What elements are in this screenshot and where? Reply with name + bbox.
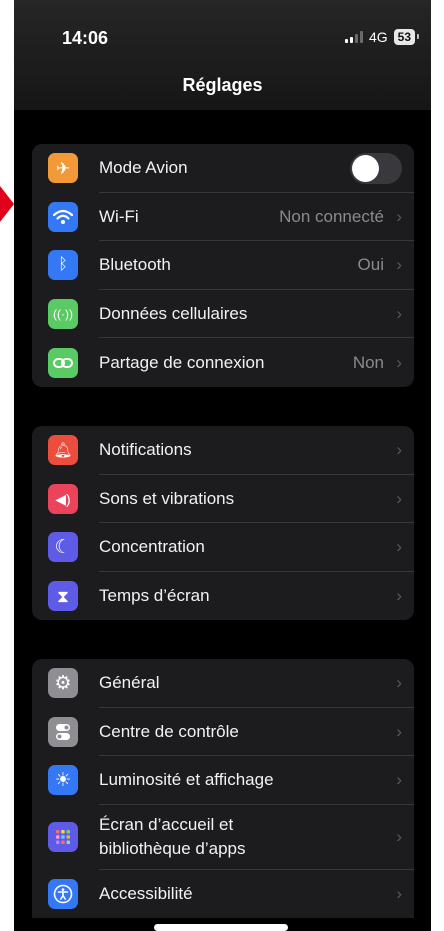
signal-icon [344,31,363,43]
row-sounds[interactable]: ◀︎) Sons et vibrations › [32,475,414,524]
status-bar-right: 4G 53 [344,29,420,45]
row-label-line1: Écran d’accueil et [99,814,234,834]
row-label: Centre de contrôle [99,721,239,741]
home-screen-icon [48,822,78,853]
chevron-right-icon: › [396,488,402,508]
annotation-arrow [0,186,14,222]
row-label-line2: bibliothèque d’apps [99,838,246,858]
chevron-right-icon: › [396,352,402,372]
notifications-group: 🔔︎ Notifications › ◀︎) Sons et vibration… [32,426,414,621]
gear-icon: ⚙ [48,668,78,699]
accessibility-icon [48,879,78,910]
hourglass-icon: ⧗ [48,581,78,612]
wifi-status: Non connecté [279,206,384,226]
cellular-icon: ((·)) [48,299,78,330]
page-title: Réglages [182,75,263,95]
row-label: Sons et vibrations [99,488,235,508]
row-airplane-mode: ✈ Mode Avion [32,144,414,193]
control-center-icon [48,716,78,747]
row-label: Notifications [99,440,192,460]
row-label: Mode Avion [99,158,188,178]
row-bluetooth[interactable]: ᛒ Bluetooth Oui › [32,241,414,290]
airplane-icon: ✈ [48,153,78,184]
network-label: 4G [368,29,388,45]
row-label: Écran d’accueil et bibliothèque d’apps [99,813,246,861]
bluetooth-status: Oui [357,255,384,275]
chevron-right-icon: › [396,827,402,847]
chevron-right-icon: › [396,537,402,557]
status-time: 14:06 [62,28,109,48]
row-label: Temps d’écran [99,586,210,606]
bluetooth-icon: ᛒ [48,250,78,281]
chevron-right-icon: › [396,770,402,790]
notifications-icon: 🔔︎ [48,435,78,466]
row-label: Concentration [99,537,205,557]
row-wifi[interactable]: Wi-Fi Non connecté › [32,193,414,242]
chevron-right-icon: › [396,884,402,904]
hotspot-icon [48,347,78,378]
wifi-icon [48,201,78,232]
row-label: Accessibilité [99,884,193,904]
general-group: ⚙ Général › Centre de contrôle › ☀ Lumin… [32,659,414,919]
row-label: Wi-Fi [99,206,139,226]
chevron-right-icon: › [396,255,402,275]
row-control-center[interactable]: Centre de contrôle › [32,708,414,757]
row-cellular-data[interactable]: ((·)) Données cellulaires › [32,290,414,339]
row-screen-time[interactable]: ⧗ Temps d’écran › [32,572,414,621]
chevron-right-icon: › [396,440,402,460]
connectivity-group: ✈ Mode Avion Wi-Fi Non connecté › ᛒ Blue… [32,144,414,387]
home-indicator[interactable] [154,924,288,931]
row-label: Partage de connexion [99,352,265,372]
row-general[interactable]: ⚙ Général › [32,659,414,708]
brightness-icon: ☀ [48,765,78,796]
row-display[interactable]: ☀ Luminosité et affichage › [32,756,414,805]
row-hotspot[interactable]: Partage de connexion Non › [32,338,414,387]
row-home-screen[interactable]: Écran d’accueil et bibliothèque d’apps › [32,805,414,870]
header: 14:06 4G 53 Réglages [14,0,431,110]
battery-icon: 53 [393,29,420,45]
hotspot-status: Non [352,352,384,372]
row-focus[interactable]: ☾ Concentration › [32,523,414,572]
chevron-right-icon: › [396,304,402,324]
chevron-right-icon: › [396,586,402,606]
sound-icon: ◀︎) [48,483,78,514]
chevron-right-icon: › [396,206,402,226]
row-label: Général [99,673,160,693]
toggle-knob [352,154,379,182]
moon-icon: ☾ [48,532,78,563]
row-accessibility[interactable]: Accessibilité › [32,870,414,919]
airplane-mode-toggle[interactable] [350,152,402,184]
chevron-right-icon: › [396,673,402,693]
row-label: Luminosité et affichage [99,770,274,790]
chevron-right-icon: › [396,721,402,741]
row-label: Données cellulaires [99,304,248,324]
row-notifications[interactable]: 🔔︎ Notifications › [32,426,414,475]
settings-screen: 14:06 4G 53 Réglages ✈ Mode Avion Wi-Fi … [14,0,431,931]
row-label: Bluetooth [99,255,171,275]
